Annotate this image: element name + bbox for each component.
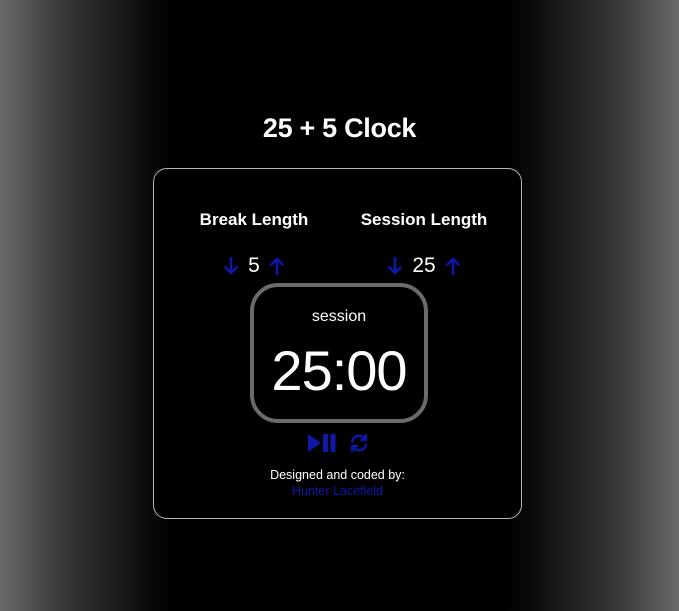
- reset-button[interactable]: [349, 433, 369, 453]
- break-length-label: Break Length: [199, 210, 309, 229]
- break-increment-button[interactable]: [268, 255, 286, 277]
- author-link[interactable]: Hunter Lacefield: [292, 483, 383, 499]
- start-stop-button[interactable]: [307, 433, 337, 453]
- timer-label: session: [311, 308, 367, 325]
- clock-card: Break Length Session Length 5 25 session…: [153, 168, 522, 519]
- break-decrement-button[interactable]: [222, 255, 240, 277]
- arrow-down-icon: [388, 257, 403, 275]
- session-length-label: Session Length: [360, 210, 488, 229]
- session-decrement-button[interactable]: [386, 255, 404, 277]
- session-increment-button[interactable]: [444, 255, 462, 277]
- credit: Designed and coded by: Hunter Lacefield: [154, 467, 521, 499]
- timer-controls: [154, 433, 521, 453]
- arrow-up-icon: [270, 257, 284, 275]
- app-title: 25 + 5 Clock: [262, 113, 417, 143]
- break-length-controls: 5: [204, 253, 304, 279]
- time-left: 25:00: [271, 339, 407, 402]
- timer-display: session 25:00: [250, 283, 428, 423]
- refresh-icon: [350, 433, 367, 453]
- session-length-value: 25: [412, 254, 436, 277]
- play-pause-icon: [307, 434, 335, 452]
- break-length-value: 5: [248, 254, 260, 277]
- arrow-down-icon: [224, 257, 238, 275]
- arrow-up-icon: [445, 257, 460, 275]
- credit-text: Designed and coded by:: [270, 468, 405, 482]
- session-length-controls: 25: [369, 253, 479, 279]
